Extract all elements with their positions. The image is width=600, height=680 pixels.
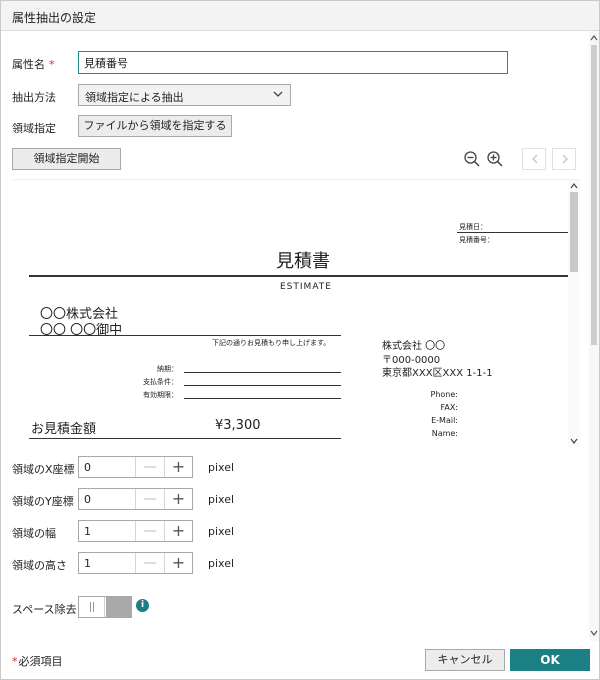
region-height-stepper[interactable]: 1 — +	[78, 552, 193, 574]
fax-label: FAX:	[440, 403, 458, 412]
method-select[interactable]: 領域指定による抽出	[78, 84, 291, 106]
phone-label: Phone:	[430, 390, 458, 399]
decrement-button[interactable]: —	[135, 489, 164, 509]
method-select-value: 領域指定による抽出	[85, 91, 184, 104]
doc-subtitle: ESTIMATE	[280, 282, 332, 292]
document-preview[interactable]: 見積日： 見積番号： 見積書 ESTIMATE 〇〇株式会社 〇〇 〇〇御中 下…	[12, 179, 580, 447]
scroll-thumb[interactable]	[591, 45, 597, 345]
dialog-title: 属性抽出の設定	[12, 11, 97, 25]
unit-label: pixel	[208, 557, 235, 570]
divider	[184, 385, 341, 386]
payment-terms-label: 支払条件：	[143, 378, 178, 386]
scroll-thumb[interactable]	[570, 192, 578, 272]
dialog-scrollbar[interactable]	[589, 31, 599, 641]
contact-name-label: Name:	[431, 429, 458, 438]
region-x-stepper[interactable]: 0 — +	[78, 456, 193, 478]
region-y-label: 領域のY座標	[12, 495, 74, 508]
divider	[184, 398, 341, 399]
increment-button[interactable]: +	[164, 457, 192, 477]
zoom-out-icon[interactable]	[463, 150, 481, 168]
start-region-button[interactable]: 領域指定開始	[12, 148, 121, 170]
unit-label: pixel	[208, 461, 235, 474]
chevron-up-icon[interactable]	[570, 182, 578, 190]
space-removal-label: スペース除去	[12, 603, 77, 616]
region-height-label: 領域の高さ	[12, 559, 67, 572]
estimate-document: 見積日： 見積番号： 見積書 ESTIMATE 〇〇株式会社 〇〇 〇〇御中 下…	[12, 180, 568, 447]
unit-label: pixel	[208, 525, 235, 538]
ok-button[interactable]: OK	[510, 649, 590, 671]
region-label: 領域指定	[12, 122, 56, 135]
region-x-label: 領域のX座標	[12, 463, 75, 476]
region-y-value[interactable]: 0	[84, 493, 91, 506]
attribute-name-label-text: 属性名	[12, 58, 45, 71]
required-note-text: 必須項目	[18, 655, 63, 668]
decrement-button[interactable]: —	[135, 521, 164, 541]
chevron-down-icon[interactable]	[590, 629, 598, 637]
divider	[457, 232, 568, 233]
region-x-value[interactable]: 0	[84, 461, 91, 474]
total-label: お見積金額	[31, 422, 97, 437]
decrement-button[interactable]: —	[135, 457, 164, 477]
zoom-in-icon[interactable]	[486, 150, 504, 168]
attribute-extraction-dialog: 属性抽出の設定 属性名 * 抽出方法 領域指定による抽出 領域指定 ファイルから領…	[0, 0, 600, 680]
chevron-right-icon	[562, 154, 568, 164]
decrement-button[interactable]: —	[135, 553, 164, 573]
region-y-stepper[interactable]: 0 — +	[78, 488, 193, 510]
divider	[29, 335, 341, 336]
divider	[29, 275, 568, 277]
prev-page-button[interactable]	[522, 148, 546, 170]
doc-title: 見積書	[276, 251, 330, 272]
total-value: ¥3,300	[215, 418, 261, 433]
attribute-name-label: 属性名 *	[12, 56, 55, 72]
method-label: 抽出方法	[12, 91, 56, 104]
issuer-address: 東京都XXX区XXX 1-1-1	[382, 368, 493, 379]
title-bar: 属性抽出の設定	[1, 1, 599, 31]
specify-from-file-button[interactable]: ファイルから領域を指定する	[78, 115, 232, 137]
preview-scrollbar[interactable]	[568, 180, 580, 447]
chevron-down-icon[interactable]	[570, 437, 578, 445]
info-icon[interactable]: i	[136, 599, 149, 612]
toggle-knob	[79, 597, 105, 617]
required-mark: *	[12, 655, 18, 668]
space-removal-toggle[interactable]	[78, 596, 132, 618]
quote-date-label: 見積日：	[459, 223, 487, 231]
region-height-value[interactable]: 1	[84, 557, 91, 570]
region-width-stepper[interactable]: 1 — +	[78, 520, 193, 542]
unit-label: pixel	[208, 493, 235, 506]
required-mark: *	[49, 58, 55, 71]
increment-button[interactable]: +	[164, 489, 192, 509]
chevron-down-icon	[273, 91, 283, 97]
chevron-left-icon	[532, 154, 538, 164]
region-width-label: 領域の幅	[12, 527, 56, 540]
cancel-button[interactable]: キャンセル	[425, 649, 505, 671]
email-label: E-Mail:	[431, 416, 458, 425]
attribute-name-input[interactable]	[78, 51, 508, 74]
intro-text: 下記の通りお見積もり申し上げます。	[212, 339, 331, 347]
issuer-company: 株式会社 〇〇	[382, 341, 446, 352]
divider	[29, 438, 341, 439]
divider	[184, 372, 341, 373]
required-note: *必須項目	[12, 653, 63, 669]
increment-button[interactable]: +	[164, 521, 192, 541]
chevron-up-icon[interactable]	[590, 34, 598, 42]
quote-number-label: 見積番号：	[459, 236, 494, 244]
increment-button[interactable]: +	[164, 553, 192, 573]
validity-label: 有効期限：	[143, 391, 178, 399]
toggle-track	[106, 597, 131, 617]
region-width-value[interactable]: 1	[84, 525, 91, 538]
next-page-button[interactable]	[552, 148, 576, 170]
delivery-label: 納期：	[157, 365, 178, 373]
